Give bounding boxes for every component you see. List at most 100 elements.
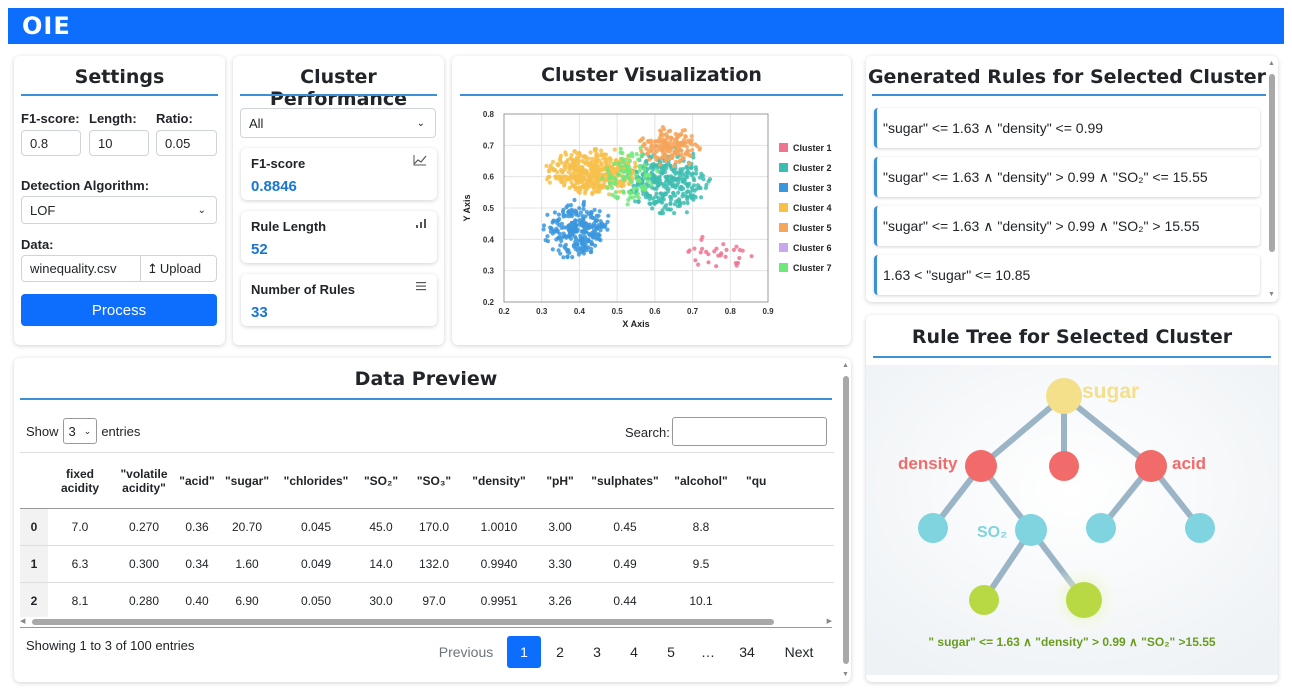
legend-swatch <box>779 243 788 252</box>
length-input[interactable]: 10 <box>89 130 149 156</box>
pagination-page-5[interactable]: 5 <box>659 636 683 668</box>
scatter-point <box>637 168 642 173</box>
scatter-point <box>666 207 672 212</box>
f1-input[interactable]: 0.8 <box>21 130 81 156</box>
rule-item[interactable]: 1.63 < "sugar" <= 10.85 <box>874 255 1260 295</box>
scatter-point <box>676 190 681 195</box>
scatter-point <box>611 181 616 186</box>
performance-title-rule <box>240 94 437 96</box>
scatter-point <box>731 247 736 252</box>
scroll-down-icon[interactable]: ▼ <box>1268 291 1275 298</box>
table-cell: 97.0 <box>406 582 462 618</box>
scatter-point <box>636 157 641 162</box>
column-header[interactable]: "acid" <box>176 452 218 509</box>
scatter-point <box>699 195 704 200</box>
column-header[interactable]: "volatile acidity" <box>112 452 176 509</box>
preview-scroll-thumb[interactable] <box>843 376 849 664</box>
scatter-point <box>595 159 600 164</box>
scatter-point <box>663 155 668 160</box>
scatter-point <box>749 254 754 259</box>
tree-node-r2[interactable] <box>1185 513 1215 543</box>
tree-node-l1[interactable] <box>918 513 948 543</box>
scatter-point <box>598 228 603 233</box>
scatter-point <box>681 186 686 191</box>
scatter-point <box>583 161 588 166</box>
rules-title: Generated Rules for Selected Cluster <box>867 66 1267 88</box>
tree-node-g2[interactable] <box>1066 582 1102 618</box>
table-scroll-thumb[interactable] <box>32 619 774 625</box>
column-header[interactable] <box>20 452 48 509</box>
scroll-right-icon[interactable]: ▶ <box>827 617 832 625</box>
scatter-point <box>662 127 667 132</box>
process-button[interactable]: Process <box>21 294 217 326</box>
column-header[interactable]: "qu <box>736 452 834 509</box>
metric-value: 33 <box>251 304 268 321</box>
pagination-page-4[interactable]: 4 <box>622 636 646 668</box>
legend-label: Cluster 7 <box>793 263 832 273</box>
column-header[interactable]: "SO₂" <box>356 452 406 509</box>
scatter-point <box>615 196 620 201</box>
scatter-point <box>551 167 556 173</box>
tree-node-r1[interactable] <box>1086 513 1116 543</box>
ratio-input[interactable]: 0.05 <box>156 130 217 156</box>
tree-node-so2[interactable] <box>1015 514 1047 546</box>
rule-item[interactable]: "sugar" <= 1.63 ∧ "density" > 0.99 ∧ "SO… <box>874 206 1260 246</box>
scroll-left-icon[interactable]: ◀ <box>20 617 25 625</box>
upload-label: Upload <box>159 261 202 276</box>
scatter-point <box>641 187 646 192</box>
table-cell: 0.9951 <box>462 582 536 618</box>
tree-node-mid[interactable] <box>1049 451 1079 481</box>
scatter-point <box>617 161 622 166</box>
scatter-point <box>613 190 618 195</box>
table-cell: 0.280 <box>112 582 176 618</box>
column-header[interactable]: "pH" <box>536 452 584 509</box>
scatter-point <box>697 175 702 180</box>
scatter-point <box>723 254 728 259</box>
file-name-field[interactable]: winequality.csv <box>21 255 141 282</box>
tree-node-acid[interactable] <box>1135 450 1167 482</box>
rules-scroll-thumb[interactable] <box>1269 74 1275 252</box>
table-horizontal-scrollbar[interactable]: ◀ ▶ <box>20 617 832 626</box>
pagination-page-34[interactable]: 34 <box>733 636 761 668</box>
column-header[interactable]: "sugar" <box>218 452 276 509</box>
scroll-up-icon[interactable]: ▲ <box>842 362 849 369</box>
pagination-page-1[interactable]: 1 <box>507 636 541 668</box>
upload-button[interactable]: ↥ Upload <box>140 255 217 282</box>
tree-node-den[interactable] <box>965 450 997 482</box>
x-tick-label: 0.2 <box>498 307 510 316</box>
rules-scrollbar[interactable]: ▲ ▼ <box>1267 60 1276 298</box>
scatter-point <box>561 255 566 260</box>
tree-node-root[interactable] <box>1046 378 1082 414</box>
scroll-up-icon[interactable]: ▲ <box>1268 60 1275 67</box>
search-input[interactable] <box>672 417 827 446</box>
column-header[interactable]: fixed acidity <box>48 452 112 509</box>
column-header[interactable]: "chlorides" <box>276 452 356 509</box>
column-header[interactable]: "density" <box>462 452 536 509</box>
scatter-point <box>581 171 586 176</box>
data-table: fixed acidity "volatile acidity" "acid" … <box>20 452 834 618</box>
pagination-previous[interactable]: Previous <box>432 636 500 668</box>
entries-select[interactable]: 3 ⌄ <box>62 418 98 444</box>
pagination-page-3[interactable]: 3 <box>585 636 609 668</box>
preview-vertical-scrollbar[interactable]: ▲ ▼ <box>841 362 850 678</box>
scatter-point <box>692 246 697 251</box>
highlighted-rule-text: " sugar" <= 1.63 ∧ "density" > 0.99 ∧ "S… <box>928 635 1216 649</box>
scatter-point <box>668 197 673 202</box>
column-header[interactable]: "alcohol" <box>666 452 736 509</box>
tree-node-g1[interactable] <box>969 585 999 615</box>
scatter-point <box>577 185 582 190</box>
pagination-next[interactable]: Next <box>778 636 820 668</box>
upload-icon: ↥ <box>147 260 158 276</box>
scatter-point <box>698 250 703 255</box>
scatter-point <box>605 219 610 224</box>
rule-item[interactable]: "sugar" <= 1.63 ∧ "density" <= 0.99 <box>874 108 1260 148</box>
rule-item[interactable]: "sugar" <= 1.63 ∧ "density" > 0.99 ∧ "SO… <box>874 157 1260 197</box>
cluster-select[interactable]: All ⌄ <box>240 108 436 138</box>
scatter-point <box>626 164 631 169</box>
pagination-page-2[interactable]: 2 <box>548 636 572 668</box>
algorithm-select[interactable]: LOF ⌄ <box>21 196 217 224</box>
column-header[interactable]: "SO₃" <box>406 452 462 509</box>
scatter-point <box>581 177 586 182</box>
scroll-down-icon[interactable]: ▼ <box>842 671 849 678</box>
column-header[interactable]: "sulphates" <box>584 452 666 509</box>
